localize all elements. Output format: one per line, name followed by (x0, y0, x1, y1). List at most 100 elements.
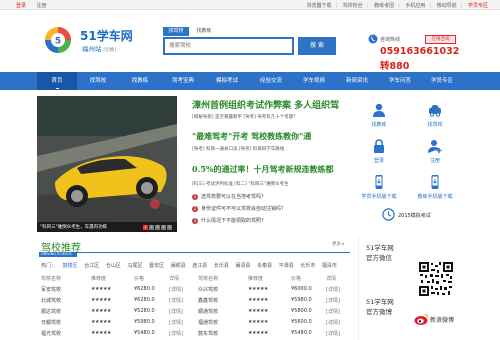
news-headline[interactable]: "最难驾考"开考 驾校教练教你"通 (192, 131, 311, 142)
col-rating: 推荐度 (91, 275, 107, 282)
quicklink-coach-app[interactable]: 教练手机版下载 (410, 174, 460, 200)
table-row[interactable]: 军安驾校 ★★★★★ ¥6280.0 [详情] (41, 284, 191, 295)
slider-caption[interactable]: "科目三"难倒众考生，车遇内功练 (40, 224, 107, 230)
nav-find-school[interactable]: 找驾校 (77, 72, 119, 90)
nav-label: 首页 (51, 78, 63, 84)
district-tag[interactable]: 福清市 (322, 263, 337, 269)
detail-link[interactable]: [详情] (169, 330, 183, 337)
news-sublinks[interactable]: [驾考] 科目一通关口诀 [驾考] 科目四学车路线 (192, 146, 284, 152)
nav-videos[interactable]: 学车视频 (293, 72, 335, 90)
slider-dot[interactable]: 2 (149, 225, 154, 230)
logo-icon[interactable]: 5 (44, 26, 72, 54)
school-name[interactable]: 众兴驾校 (198, 286, 218, 293)
school-name[interactable]: 北城驾校 (41, 297, 61, 304)
detail-link[interactable]: [详情] (326, 286, 340, 293)
login-link[interactable]: 登录 (16, 3, 26, 9)
mobile-nav-link[interactable]: 移动导航 (437, 3, 457, 9)
mobile-app-link[interactable]: 手机应用 (405, 3, 425, 9)
district-tag[interactable]: 长乐县 (214, 263, 229, 269)
district-tag[interactable]: 闽清县 (235, 263, 250, 269)
mock-exam-2015-link[interactable]: 2015模拟考试 (398, 212, 431, 219)
quicklink-find-school[interactable]: 找驾校 (410, 102, 460, 128)
school-name[interactable]: 军安驾校 (41, 286, 61, 293)
table-row[interactable]: 北城驾校 ★★★★★ ¥6280.0 [详情] (41, 295, 191, 306)
detail-link[interactable]: [详情] (326, 330, 340, 337)
news-sublinks[interactable]: [科三] 考试评判标准 [科二] "科目三"难倒众考生 (192, 181, 288, 187)
coach-exam-link[interactable]: 教练考团 (374, 3, 394, 9)
nav-find-coach[interactable]: 找教练 (119, 72, 161, 90)
nav-mock-exam[interactable]: 模拟考试 (205, 72, 249, 90)
district-tag[interactable]: 马尾区 (127, 263, 142, 269)
detail-link[interactable]: [详情] (326, 297, 340, 304)
quicklink-login[interactable]: 登录 (354, 138, 404, 164)
table-row[interactable]: 顺达驾校 ★★★★★ ¥5280.0 [详情] (41, 306, 191, 317)
question-item[interactable]: 1 选驾校要可以在当地考驾吗？ (192, 193, 266, 200)
question-item[interactable]: 2 身份证件可不可以驾校会自动注销吗？ (192, 205, 286, 212)
school-name[interactable]: 日都驾校 (41, 319, 61, 326)
weibo-label-line2: 官方微博 (366, 308, 392, 316)
detail-link[interactable]: [详情] (169, 319, 183, 326)
school-name[interactable]: 鼓东驾校 (198, 330, 218, 337)
more-link[interactable]: 更多 ▸ (332, 241, 345, 247)
student-zone-link[interactable]: 学员专区 (468, 3, 488, 9)
detail-link[interactable]: [详情] (326, 319, 340, 326)
weibo-link[interactable]: 新浪微博 (414, 311, 456, 327)
table-row[interactable]: 日都驾校 ★★★★★ ¥5980.0 [详情] (41, 317, 191, 328)
detail-link[interactable]: [详情] (169, 286, 183, 293)
district-tag[interactable]: 台江区 (84, 263, 99, 269)
district-tag[interactable]: 平潭县 (279, 263, 294, 269)
nav-exam-guide[interactable]: 驾考宝典 (161, 72, 205, 90)
detail-link[interactable]: [详情] (326, 308, 340, 315)
detail-link[interactable]: [详情] (169, 297, 183, 304)
search-tab-school[interactable]: 找驾校 (163, 27, 189, 36)
school-price: ¥5600.0 (291, 318, 312, 325)
search-button[interactable]: 搜 索 (298, 37, 336, 55)
rating-stars-icon: ★★★★★ (248, 329, 268, 336)
news-headline[interactable]: 漳州首例组织考试作弊案 多人组织驾 (192, 98, 339, 111)
slider-dot[interactable]: 4 (161, 225, 166, 230)
district-tag[interactable]: 长乐市 (300, 263, 315, 269)
district-tag[interactable]: 晋安区 (149, 263, 164, 269)
district-tag[interactable]: 闽侯县 (171, 263, 186, 269)
table-row[interactable]: 福光驾校 ★★★★★ ¥5480.0 [详情] (41, 328, 191, 339)
school-name[interactable]: 鑫鑫驾校 (198, 297, 218, 304)
nav-news[interactable]: 新闻资讯 (335, 72, 379, 90)
school-name[interactable]: 顺通驾校 (198, 308, 218, 315)
district-tag[interactable]: 连江县 (192, 263, 207, 269)
school-fans-link[interactable]: 驾校粉丝 (343, 3, 363, 9)
school-name[interactable]: 福光驾校 (41, 330, 61, 337)
slider-dot[interactable]: 5 (167, 225, 172, 230)
news-sublinks[interactable]: [揭秘驾校] 是否暴露和平 [驾考] 驾考有几十个考题？ (192, 114, 298, 120)
browser-download-link[interactable]: 浏览器下载 (307, 3, 332, 9)
school-name[interactable]: 福通驾校 (198, 319, 218, 326)
quicklink-find-coach[interactable]: 找教练 (354, 102, 404, 128)
quicklink-student-app[interactable]: 学员手机版下载 (354, 174, 404, 200)
table-row[interactable]: 顺通驾校 ★★★★★ ¥5800.0 [详情] (198, 306, 348, 317)
quicklink-register[interactable]: 注册 (410, 138, 460, 164)
slider-pager: 12345 (142, 224, 172, 230)
district-tag[interactable]: 永泰县 (257, 263, 272, 269)
nav-home[interactable]: 首页 (37, 72, 77, 90)
district-tag[interactable]: 鼓楼区 (63, 263, 78, 269)
slider-dot[interactable]: 3 (155, 225, 160, 230)
image-slider[interactable] (37, 96, 177, 232)
detail-link[interactable]: [详情] (169, 308, 183, 315)
table-row[interactable]: 福通驾校 ★★★★★ ¥5600.0 [详情] (198, 317, 348, 328)
question-item[interactable]: 3 什么情况下不能领取的驾照？ (192, 217, 266, 224)
site-title[interactable]: 51学车网 (80, 27, 133, 44)
slider-dot[interactable]: 1 (143, 225, 148, 230)
nav-experience[interactable]: 经验交流 (249, 72, 293, 90)
search-input[interactable] (165, 39, 292, 53)
table-row[interactable]: 鑫鑫驾校 ★★★★★ ¥5980.0 [详情] (198, 295, 348, 306)
district-tag[interactable]: 仓山区 (106, 263, 121, 269)
news-headline[interactable]: 0.5%的通过率！十月驾考新规连教练都 (192, 164, 334, 175)
search-tab-coach[interactable]: 找教练 (191, 27, 217, 36)
register-link[interactable]: 注册 (37, 3, 47, 9)
nav-student-zone[interactable]: 学员专区 (421, 72, 463, 90)
online-consult-button[interactable]: 在线咨询 (425, 35, 456, 44)
school-name[interactable]: 顺达驾校 (41, 308, 61, 315)
table-row[interactable]: 众兴驾校 ★★★★★ ¥6000.0 [详情] (198, 284, 348, 295)
table-row[interactable]: 鼓东驾校 ★★★★★ ¥5480.0 [详情] (198, 328, 348, 339)
switch-station-link[interactable]: [切换] (104, 48, 117, 53)
nav-qa[interactable]: 学车问答 (379, 72, 421, 90)
